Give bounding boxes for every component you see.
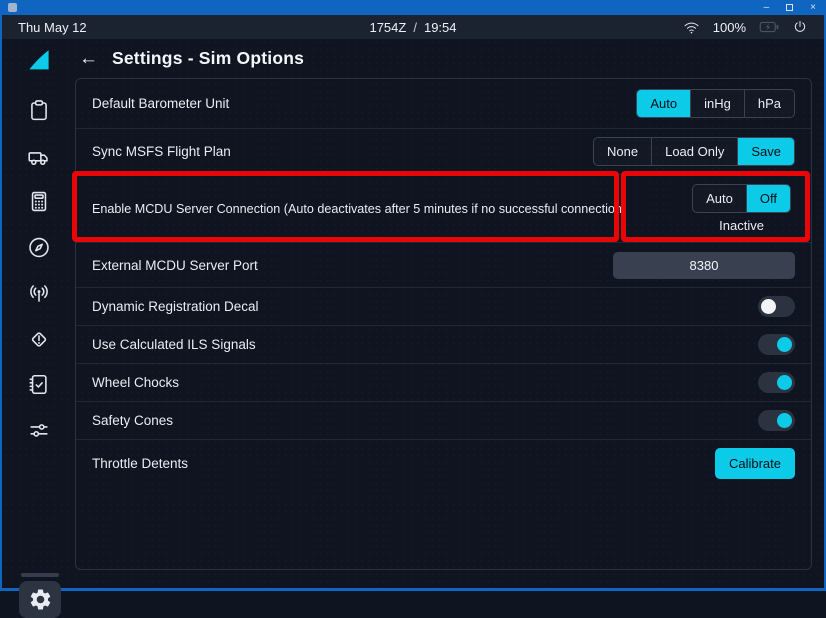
option-load-only[interactable]: Load Only: [651, 138, 737, 165]
close-button[interactable]: ×: [810, 3, 816, 13]
safety-cones-toggle[interactable]: [758, 410, 795, 431]
option-hpa[interactable]: hPa: [744, 90, 794, 117]
maximize-button[interactable]: [786, 4, 793, 11]
wifi-icon: [683, 20, 700, 35]
battery-percent: 100%: [713, 20, 746, 35]
truck-icon[interactable]: [26, 145, 52, 170]
mcdu-server-status: Inactive: [719, 218, 764, 233]
page-title: Settings - Sim Options: [112, 48, 304, 69]
setting-label: Default Barometer Unit: [92, 96, 229, 111]
setting-row-mcdu-port: External MCDU Server Port: [76, 242, 811, 287]
setting-row-safety-cones: Safety Cones: [76, 401, 811, 439]
warning-diamond-icon[interactable]: [26, 327, 51, 352]
ils-signals-toggle[interactable]: [758, 334, 795, 355]
option-save[interactable]: Save: [737, 138, 794, 165]
sidebar-divider: [21, 573, 59, 577]
toggle-knob: [777, 413, 792, 428]
mcdu-setting-label: Enable MCDU Server Connection (Auto deac…: [92, 202, 626, 216]
option-off[interactable]: Off: [746, 185, 790, 212]
setting-row-registration-decal: Dynamic Registration Decal: [76, 287, 811, 325]
setting-row-throttle-detents: Throttle Detents Calibrate: [76, 439, 811, 487]
utc-time: 1754Z: [369, 20, 406, 35]
toggle-knob: [777, 337, 792, 352]
compass-icon[interactable]: [26, 235, 51, 260]
sidebar: [2, 39, 75, 588]
back-arrow-icon[interactable]: ←: [79, 48, 98, 70]
option-inhg[interactable]: inHg: [690, 90, 744, 117]
option-auto[interactable]: Auto: [637, 90, 690, 117]
barometer-unit-selector: Auto inHg hPa: [636, 89, 795, 118]
mcdu-server-selector: Auto Off: [692, 184, 791, 213]
option-auto[interactable]: Auto: [693, 185, 746, 212]
setting-label: Throttle Detents: [92, 456, 188, 471]
sliders-icon[interactable]: [26, 418, 52, 443]
setting-label: External MCDU Server Port: [92, 258, 258, 273]
mcdu-port-input[interactable]: [613, 252, 795, 279]
option-none[interactable]: None: [594, 138, 651, 165]
setting-row-mcdu-server: Enable MCDU Server Connection (Auto deac…: [76, 174, 811, 242]
calibrate-button[interactable]: Calibrate: [715, 448, 795, 479]
setting-label: Safety Cones: [92, 413, 173, 428]
settings-panel: Default Barometer Unit Auto inHg hPa Syn…: [75, 78, 812, 570]
setting-row-wheel-chocks: Wheel Chocks: [76, 363, 811, 401]
power-icon[interactable]: [792, 19, 808, 35]
checklist-icon[interactable]: [26, 372, 51, 397]
toggle-knob: [761, 299, 776, 314]
registration-decal-toggle[interactable]: [758, 296, 795, 317]
calculator-icon[interactable]: [26, 189, 51, 214]
setting-row-sync-flight-plan: Sync MSFS Flight Plan None Load Only Sav…: [76, 128, 811, 174]
mcdu-setting-control: Auto Off Inactive: [692, 184, 791, 233]
battery-charging-icon: [759, 20, 779, 34]
setting-row-barometer-unit: Default Barometer Unit Auto inHg hPa: [76, 79, 811, 128]
antenna-icon[interactable]: [26, 281, 51, 306]
setting-row-ils-signals: Use Calculated ILS Signals: [76, 325, 811, 363]
app-icon: [8, 3, 17, 12]
setting-label: Wheel Chocks: [92, 375, 179, 390]
wheel-chocks-toggle[interactable]: [758, 372, 795, 393]
setting-label: Sync MSFS Flight Plan: [92, 144, 231, 159]
window-titlebar: – ×: [0, 0, 826, 15]
setting-label: Use Calculated ILS Signals: [92, 337, 256, 352]
setting-label: Dynamic Registration Decal: [92, 299, 259, 314]
toggle-knob: [777, 375, 792, 390]
flybywire-logo: [25, 47, 52, 71]
minimize-button[interactable]: –: [764, 3, 770, 13]
statusbar: Thu May 12 1754Z/19:54 100%: [2, 15, 824, 39]
time-separator: /: [413, 20, 417, 35]
page-header: ← Settings - Sim Options: [75, 39, 824, 78]
local-time: 19:54: [424, 20, 457, 35]
sync-flight-plan-selector: None Load Only Save: [593, 137, 795, 166]
sidebar-item-settings[interactable]: [19, 581, 61, 618]
maximize-icon: [786, 4, 793, 11]
clipboard-icon[interactable]: [26, 98, 51, 123]
